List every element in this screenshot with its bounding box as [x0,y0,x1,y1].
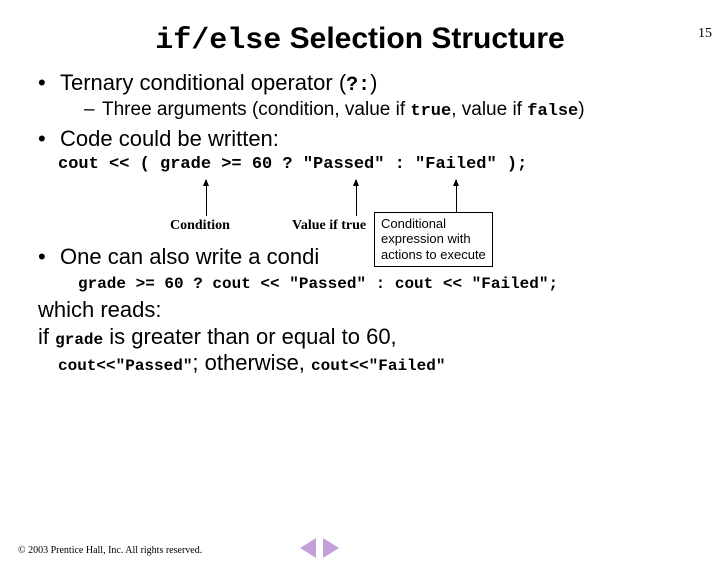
r3-mid: ; otherwise, [192,350,311,375]
r2-pre: if [38,324,55,349]
label-value-true: Value if true [292,218,366,234]
content-area: Ternary conditional operator (?:) Three … [38,70,700,151]
s1-mid: , value if [451,99,527,120]
b1-pre: Ternary conditional operator ( [60,70,346,95]
b1-post: ) [370,70,377,95]
label-condition: Condition [170,218,230,234]
s1-pre: Three arguments (condition, value if [102,99,410,120]
b3-pre: One can also write a condi [60,244,319,269]
copyright-footer: © 2003 Prentice Hall, Inc. All rights re… [18,545,708,556]
b1-code: ?: [346,74,370,97]
title-rest: Selection Structure [281,22,564,55]
reads-block: which reads: if grade is greater than or… [38,297,720,376]
prev-slide-button[interactable] [300,538,316,558]
nav-buttons [300,538,339,558]
r3-c1: cout<<"Passed" [58,357,192,375]
bullet-code-written: Code could be written: [38,126,700,151]
next-slide-button[interactable] [323,538,339,558]
r2-code: grade [55,331,103,349]
callout-box: Conditional expression with actions to e… [374,212,493,267]
bullet-also-write: One can also write a conditional express… [38,244,700,269]
title-code: if/else [155,24,281,58]
callout-line2: expression with [381,231,486,247]
s1-c1: true [410,102,451,121]
bullet-ternary: Ternary conditional operator (?:) Three … [38,70,700,122]
slide-title: if/else Selection Structure [0,22,720,58]
sub-three-args: Three arguments (condition, value if tru… [84,99,700,122]
reads-line1: which reads: [38,297,720,323]
s1-c2: false [527,102,578,121]
page-number: 15 [698,26,712,42]
reads-line3: cout<<"Passed"; otherwise, cout<<"Failed… [38,350,720,376]
callout-line1: Conditional [381,216,486,232]
callout-line3: actions to execute [381,247,486,263]
r3-c2: cout<<"Failed" [311,357,445,375]
r2-post: is greater than or equal to 60, [103,324,397,349]
code-example-2: grade >= 60 ? cout << "Passed" : cout <<… [78,275,720,293]
arrow-false [456,180,457,216]
s1-post: ) [578,99,584,120]
arrow-condition [206,180,207,216]
bullet3-area: One can also write a conditional express… [38,244,700,269]
reads-line2: if grade is greater than or equal to 60, [38,324,720,350]
arrow-true [356,180,357,216]
code-example-1: cout << ( grade >= 60 ? "Passed" : "Fail… [58,155,720,174]
